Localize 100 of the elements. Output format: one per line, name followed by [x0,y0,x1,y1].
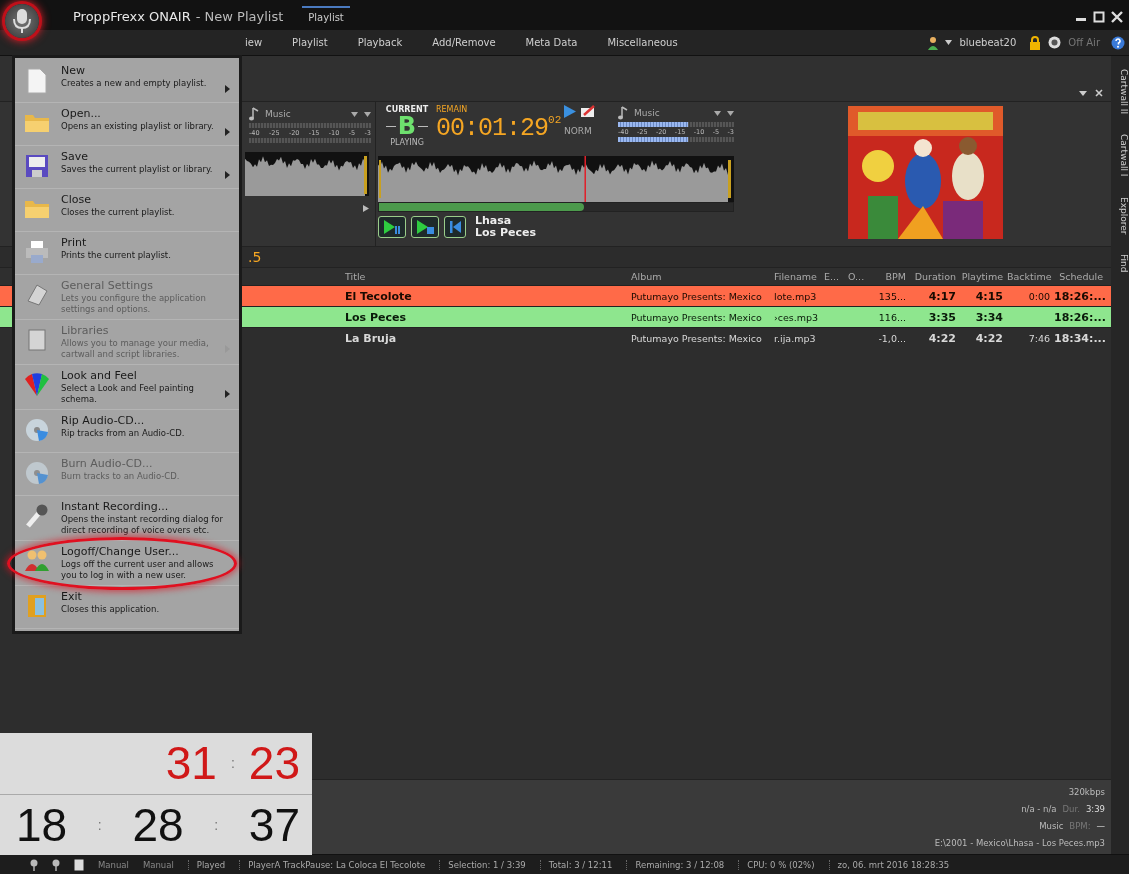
side-tab[interactable]: Cartwall I [1111,131,1129,180]
menu-item[interactable]: Playback [357,37,403,48]
menu-item[interactable]: iew [245,37,263,48]
app-menu-button[interactable] [5,4,39,38]
menu-entry-label: Look and Feel [61,369,138,383]
power-icon[interactable] [1048,36,1062,49]
clock-digits: : [97,817,102,832]
play-pause-icon [382,219,402,235]
status-text: CPU: 0 % (02%) [738,859,815,870]
user-name[interactable]: bluebeat20 [959,37,1017,48]
help-icon[interactable] [1111,35,1125,50]
column-header[interactable]: O... [846,271,872,282]
table-cell-text: Putumayo Presents: Mexico [630,311,763,323]
table-cell-text: 4:17 [927,289,957,303]
status-text: Total: 3 / 12:11 [539,859,613,870]
side-tab[interactable]: Find [1111,251,1129,276]
play-icon[interactable] [564,105,576,118]
column-header[interactable]: Duration [908,271,958,282]
track-artist: Lhasa [475,215,513,227]
table-cell-text: lote.mp3 [773,290,818,302]
dropdown-icon[interactable] [1079,91,1087,97]
menu-entry[interactable]: Close Closes the current playlist. [15,189,239,232]
close-icon[interactable] [1095,89,1103,97]
menu-entry-label: Save [61,150,89,164]
duration-label: Dur. [1062,803,1080,814]
document-icon[interactable] [74,858,84,871]
position-slider[interactable] [378,202,734,212]
side-tab[interactable]: Explorer [1111,193,1129,237]
deck-type: Music [634,108,660,118]
table-cell-text: 0:00 [1027,290,1051,302]
pin-icon[interactable] [52,858,60,871]
menu-item[interactable]: Playlist [292,37,328,48]
menu-item[interactable]: Add/Remove [432,37,496,48]
table-cell-text: ›ces.mp3 [773,311,820,323]
maximize-icon[interactable] [1093,10,1105,23]
menu-entry-label: New [61,64,86,78]
play-pause-button[interactable] [378,216,406,238]
rewind-button[interactable] [444,216,466,238]
play-stop-button[interactable] [411,216,439,238]
menu-entry[interactable]: New Creates a new and empty playlist. [15,60,239,103]
lock-icon[interactable] [1029,35,1042,50]
menu-entry-description: Opens an existing playlist or library. [61,121,215,132]
column-header[interactable]: Filename [772,271,822,282]
menu-entry[interactable]: Rip Audio-CD... Rip tracks from an Audio-CD. [15,410,239,453]
menu-entry-description: Rip tracks from an Audio-CD. [61,428,186,439]
menu-entry[interactable]: Exit Closes this application. [15,586,239,629]
microphone-icon [11,8,33,34]
column-header[interactable]: Album [629,271,772,282]
play-stop-icon [415,219,435,235]
column-header[interactable]: E... [822,271,846,282]
pin-icon[interactable] [30,858,38,871]
column-header[interactable]: Schedule [1052,271,1105,282]
category: Music [1039,820,1064,831]
menu-item[interactable]: Miscellaneous [607,37,678,48]
menu-entry[interactable]: Print Prints the current playlist. [15,232,239,275]
table-cell-text: r.ija.mp3 [773,332,817,344]
menu-entry[interactable]: Save Saves the current playlist or library. [15,146,239,189]
countdown-digits: : [230,756,235,771]
mode-indicator[interactable]: Manual [142,859,174,870]
users-icon [24,549,50,571]
track-title: Los Peces [475,227,536,239]
column-header[interactable]: Playtime [958,271,1005,282]
countdown-digits: 23 [248,740,300,787]
color-fan-icon [24,373,50,397]
menu-entry[interactable]: Look and Feel Select a Look and Feel painting schema. [15,365,239,410]
microphone-icon [25,504,49,528]
disc-icon [25,461,49,485]
clock-digits: 18 [16,801,68,848]
menu-entry-label: Open... [61,107,102,121]
menu-entry[interactable]: Logoff/Change User... Logs off the current user and allows you to log in with a new user. [15,541,239,586]
clock-digits: : [214,817,219,832]
menu-entry[interactable]: Open... Opens an existing playlist or library. [15,103,239,146]
status-text: Remaining: 3 / 12:08 [626,859,725,870]
window-title: - New Playlist [195,9,284,24]
table-cell-text: Putumayo Presents: Mexico [630,332,763,344]
printer-icon [25,240,49,264]
table-cell-text: 18:34:... [1053,331,1105,345]
mode-indicator[interactable]: Manual [98,859,129,870]
column-header[interactable]: Title [343,271,629,282]
playlist-tab[interactable]: Playlist [302,6,350,27]
menu-entry[interactable]: Instant Recording... Opens the instant recording dialog for direct recording of voice overs etc. [15,496,239,541]
column-header[interactable]: BPM [872,271,908,282]
air-status[interactable]: Off Air [1068,37,1100,48]
side-tab[interactable]: Cartwall II [1111,66,1129,118]
table-cell-text: Putumayo Presents: Mexico [630,290,763,302]
date-range: n/a - n/a [1021,803,1057,814]
table-cell-text: Los Peces [344,310,407,324]
remaining-fraction: 02 [548,114,562,126]
pencil-icon[interactable] [580,105,596,118]
deck-state: PLAYING [390,138,424,147]
menu-entry-description: Burn tracks to an Audio-CD. [61,471,181,482]
table-cell-text: La Bruja [344,331,398,345]
close-icon[interactable] [1111,10,1123,23]
music-note-icon [249,107,259,121]
caret-icon[interactable] [945,40,953,45]
bpm-value: — [1096,820,1105,831]
column-header[interactable]: Backtime [1005,271,1052,282]
menu-item[interactable]: Meta Data [525,37,578,48]
scroll-right-icon[interactable] [363,205,369,212]
user-icon[interactable] [928,35,939,50]
